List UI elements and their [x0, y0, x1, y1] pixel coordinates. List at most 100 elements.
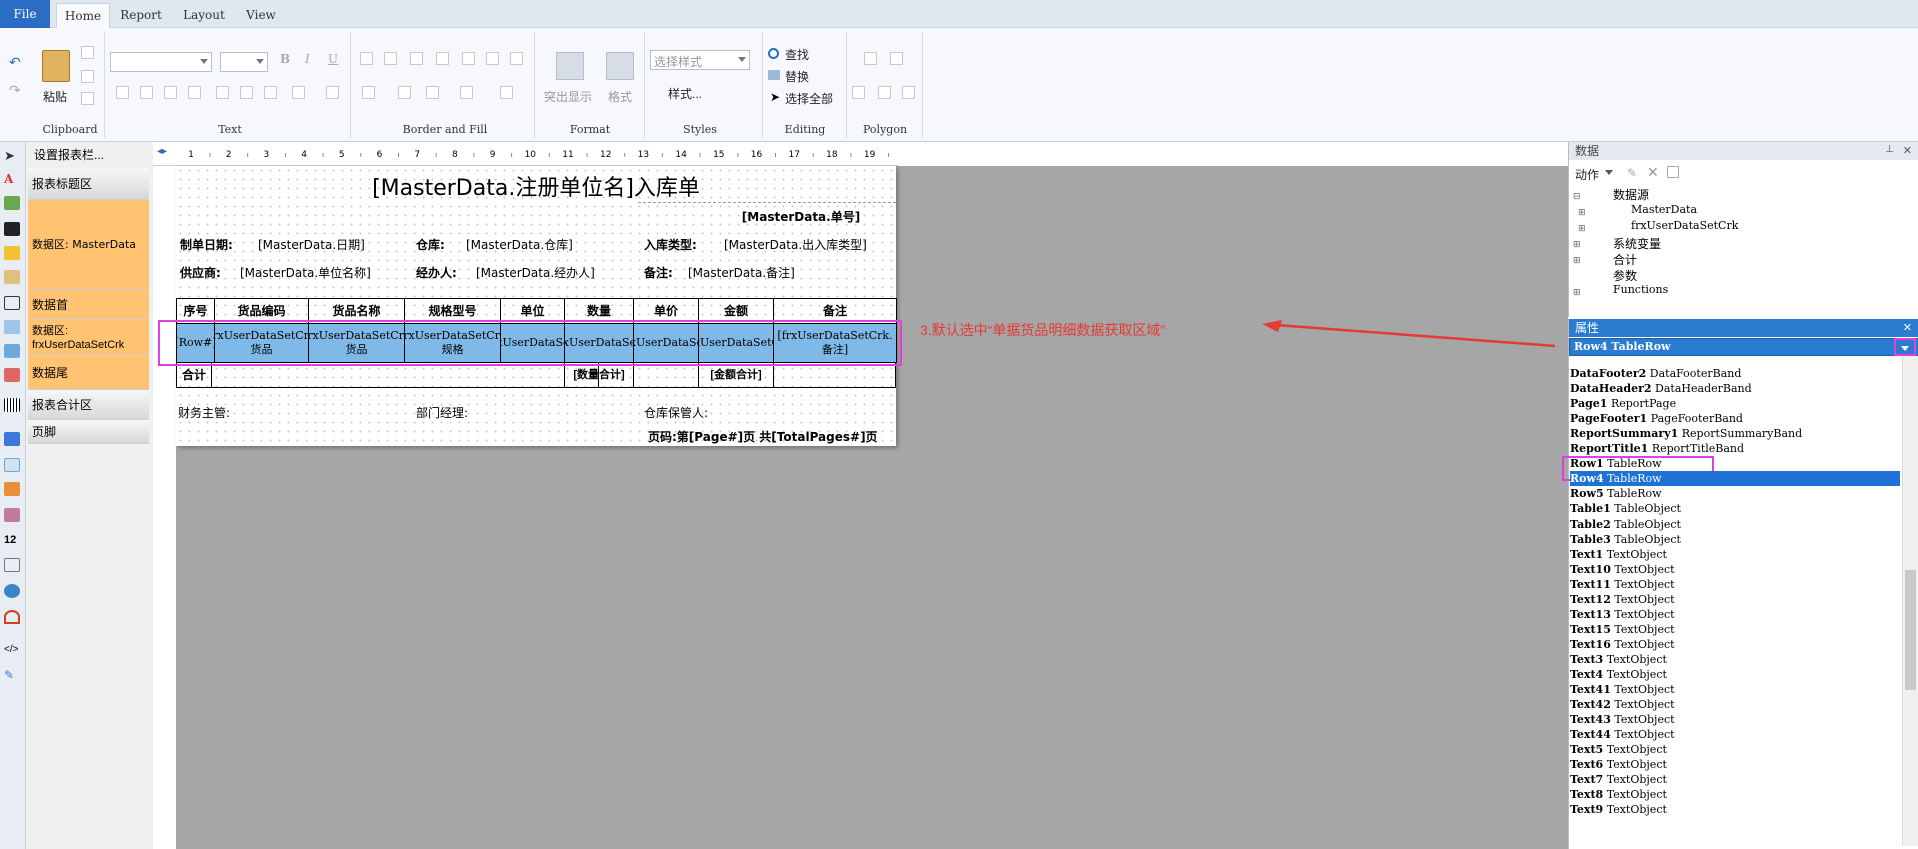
object-list-item[interactable]: PageFooter1 PageFooterBand: [1570, 411, 1900, 426]
properties-icon[interactable]: [1667, 166, 1679, 178]
object-list-item[interactable]: Text6 TextObject: [1570, 757, 1900, 772]
tab-file[interactable]: File: [0, 0, 50, 28]
supplier-field[interactable]: [MasterData.单位名称]: [240, 264, 371, 281]
font-name-dropdown[interactable]: [110, 52, 212, 72]
font-color-icon[interactable]: [292, 86, 305, 99]
richtext-tool-icon[interactable]: [4, 458, 20, 472]
copy-icon[interactable]: [81, 46, 94, 59]
replace-button[interactable]: 替换: [785, 68, 809, 85]
align-left-icon[interactable]: [116, 86, 129, 99]
bands-setup-button[interactable]: 设置报表栏...: [34, 146, 104, 163]
replace-icon[interactable]: [768, 70, 780, 80]
object-list-item[interactable]: ReportSummary1 ReportSummaryBand: [1570, 426, 1900, 441]
find-button[interactable]: 查找: [785, 46, 809, 63]
underline-icon[interactable]: U: [328, 52, 338, 66]
table-tool-icon[interactable]: [4, 320, 20, 334]
border-left-icon[interactable]: [410, 52, 423, 65]
picture-tool-icon[interactable]: [4, 196, 20, 210]
band-masterdata[interactable]: 数据区: MasterData: [28, 200, 149, 290]
warehouse-field[interactable]: [MasterData.仓库]: [466, 236, 573, 253]
valign-top-icon[interactable]: [216, 86, 229, 99]
object-list-item[interactable]: Text9 TextObject: [1570, 802, 1900, 817]
highlight-icon[interactable]: [556, 52, 584, 80]
fill-color-icon[interactable]: [362, 86, 375, 99]
ruler-toggle-icon[interactable]: ◂▸: [157, 146, 167, 157]
scrollbar-thumb[interactable]: [1905, 570, 1916, 690]
justify-icon[interactable]: [188, 86, 201, 99]
add-point-icon[interactable]: [852, 86, 865, 99]
object-list-item[interactable]: Text13 TextObject: [1570, 607, 1900, 622]
border-none-icon[interactable]: [486, 52, 499, 65]
matrix-tool-icon[interactable]: [4, 344, 20, 358]
select-all-icon[interactable]: ➤: [770, 90, 780, 104]
in-type-field[interactable]: [MasterData.出入库类型]: [724, 236, 867, 253]
object-list-item[interactable]: Row1 TableRow: [1570, 456, 1900, 471]
delete-point-icon[interactable]: [902, 86, 915, 99]
bezier-icon[interactable]: [878, 86, 891, 99]
band-data-header[interactable]: 数据首: [28, 290, 149, 320]
format-icon[interactable]: [606, 52, 634, 80]
delete-icon[interactable]: ✕: [1647, 164, 1659, 181]
tree-masterdata[interactable]: MasterData: [1631, 203, 1697, 216]
line-color-icon[interactable]: [426, 86, 439, 99]
border-right-icon[interactable]: [436, 52, 449, 65]
properties-close-icon[interactable]: ✕: [1903, 321, 1912, 334]
band-data-footer[interactable]: 数据尾: [28, 356, 149, 390]
tab-home[interactable]: Home: [56, 3, 110, 28]
object-list-item[interactable]: Text8 TextObject: [1570, 787, 1900, 802]
subreport-tool-icon[interactable]: [4, 270, 20, 284]
cellular-text-tool-icon[interactable]: [4, 558, 20, 572]
band-report-title[interactable]: 报表标题区: [28, 168, 149, 200]
html-tool-icon[interactable]: </>: [4, 644, 20, 658]
object-list-item[interactable]: Text43 TextObject: [1570, 712, 1900, 727]
object-list-item[interactable]: Text5 TextObject: [1570, 742, 1900, 757]
highlight-button[interactable]: 突出显示: [544, 88, 592, 105]
data-panel-close-icon[interactable]: ✕: [1903, 144, 1912, 157]
styles-button[interactable]: 样式...: [668, 85, 702, 102]
style-select[interactable]: 选择样式: [650, 50, 750, 70]
border-top-icon[interactable]: [360, 52, 373, 65]
edit-icon[interactable]: ✎: [1627, 166, 1637, 180]
object-list-item[interactable]: Text4 TextObject: [1570, 667, 1900, 682]
action-dropdown-icon[interactable]: [1605, 170, 1613, 175]
tab-report[interactable]: Report: [114, 3, 168, 28]
frame-icon[interactable]: [398, 86, 411, 99]
line-style-icon[interactable]: [460, 86, 473, 99]
report-page[interactable]: [MasterData.注册单位名]入库单 [MasterData.单号] 制单…: [176, 166, 897, 446]
valign-middle-icon[interactable]: [240, 86, 253, 99]
band-page-footer[interactable]: 页脚: [28, 420, 149, 444]
object-list-item[interactable]: ReportTitle1 ReportTitleBand: [1570, 441, 1900, 456]
make-date-field[interactable]: [MasterData.日期]: [258, 236, 365, 253]
tree-datasources[interactable]: 数据源: [1613, 186, 1649, 203]
pointer-icon[interactable]: [890, 52, 903, 65]
band-detail-data[interactable]: 数据区: frxUserDataSetCrk: [28, 320, 149, 356]
object-list-item[interactable]: Table3 TableObject: [1570, 532, 1900, 547]
object-list-item[interactable]: Text12 TextObject: [1570, 592, 1900, 607]
shadow-icon[interactable]: [510, 52, 523, 65]
zip-code-tool-icon[interactable]: 12: [4, 534, 20, 548]
shape-tool-icon[interactable]: [4, 246, 20, 260]
object-list-item[interactable]: Row4 TableRow: [1570, 471, 1900, 487]
keeper-label[interactable]: 仓库保管人:: [644, 404, 708, 421]
object-list-item[interactable]: Text41 TextObject: [1570, 682, 1900, 697]
object-list-item[interactable]: Text1 TextObject: [1570, 547, 1900, 562]
object-list-item[interactable]: Text15 TextObject: [1570, 622, 1900, 637]
undo-icon[interactable]: ↶: [9, 54, 23, 70]
map-tool-icon[interactable]: [4, 584, 20, 598]
move-point-icon[interactable]: [864, 52, 877, 65]
tree-parameters[interactable]: 参数: [1613, 267, 1637, 284]
find-icon[interactable]: [768, 48, 779, 59]
band-report-summary[interactable]: 报表合计区: [28, 390, 149, 420]
object-list-item[interactable]: Text11 TextObject: [1570, 577, 1900, 592]
gauge-tool-icon[interactable]: [4, 610, 20, 624]
tab-view[interactable]: View: [238, 3, 284, 28]
object-list-item[interactable]: Text10 TextObject: [1570, 562, 1900, 577]
sparkline-tool-icon[interactable]: [4, 508, 20, 522]
format-painter-icon[interactable]: [81, 92, 94, 105]
report-title[interactable]: [MasterData.注册单位名]入库单: [176, 170, 896, 202]
font-size-dropdown[interactable]: [220, 52, 268, 72]
object-list-item[interactable]: Table2 TableObject: [1570, 517, 1900, 532]
tree-functions[interactable]: Functions: [1613, 283, 1668, 296]
object-list-item[interactable]: Text3 TextObject: [1570, 652, 1900, 667]
align-center-icon[interactable]: [140, 86, 153, 99]
